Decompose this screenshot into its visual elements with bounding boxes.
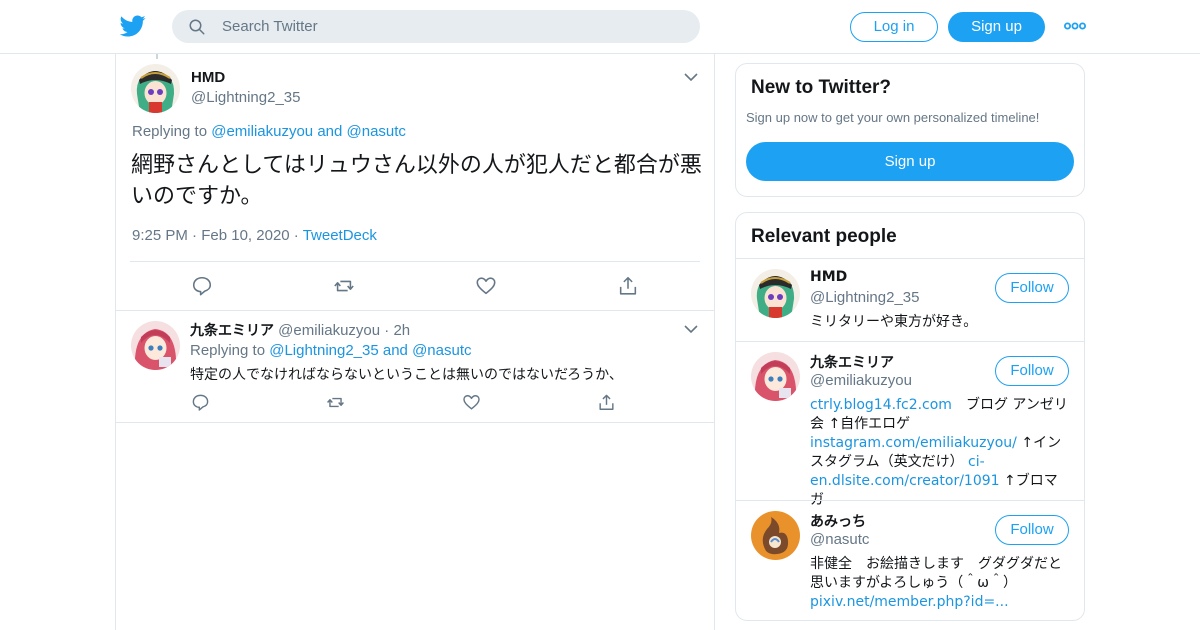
new-to-twitter-card: New to Twitter? Sign up now to get your … <box>735 63 1085 197</box>
replying-to-links[interactable]: @emiliakuzyou and @nasutc <box>211 123 406 140</box>
chevron-down-icon[interactable] <box>684 324 698 334</box>
more-options-icon[interactable] <box>1064 17 1086 35</box>
bio-link[interactable]: ctrly.blog14.fc2.com <box>810 397 952 413</box>
login-button[interactable]: Log in <box>850 12 938 42</box>
author-name[interactable]: 九条エミリア <box>190 323 274 339</box>
person-name[interactable]: あみっち <box>810 511 866 531</box>
tweet-time[interactable]: 9:25 PM <box>132 227 188 244</box>
person-name[interactable]: 九条エミリア <box>810 352 894 372</box>
follow-button[interactable]: Follow <box>995 356 1069 386</box>
search-box[interactable] <box>172 10 700 43</box>
tweet-source[interactable]: TweetDeck <box>303 227 377 244</box>
share-icon[interactable] <box>617 275 639 297</box>
heart-icon[interactable] <box>462 393 481 412</box>
replying-to-links[interactable]: @Lightning2_35 and @nasutc <box>269 342 471 359</box>
follow-button[interactable]: Follow <box>995 273 1069 303</box>
retweet-icon[interactable] <box>333 275 355 297</box>
replying-to: Replying to @Lightning2_35 and @nasutc <box>190 342 471 359</box>
person-bio: ctrly.blog14.fc2.com ブログ アンゼリ会 ↑自作エロゲ in… <box>810 396 1070 510</box>
avatar[interactable] <box>751 511 800 560</box>
person-handle[interactable]: @Lightning2_35 <box>810 289 919 306</box>
avatar[interactable] <box>751 352 800 401</box>
person-item[interactable]: 九条エミリア @emiliakuzyou Follow ctrly.blog14… <box>736 341 1084 508</box>
author-name[interactable]: HMD <box>191 69 225 86</box>
heart-icon[interactable] <box>475 275 497 297</box>
person-bio: ミリタリーや東方が好き。 <box>810 314 978 330</box>
relevant-people-card: Relevant people HMD @Lightning2_35 Follo… <box>735 212 1085 621</box>
retweet-icon[interactable] <box>326 393 345 412</box>
search-icon <box>189 19 205 35</box>
tweet-text: 特定の人でなければならないということは無いのではないだろうか、 <box>190 367 623 383</box>
replying-to-label: Replying to <box>132 123 208 140</box>
search-input[interactable] <box>222 10 682 43</box>
card-title: New to Twitter? <box>751 77 892 98</box>
meta-separator: · <box>192 227 202 244</box>
replying-to: Replying to @emiliakuzyou and @nasutc <box>132 123 406 140</box>
person-name[interactable]: HMD <box>810 269 847 285</box>
tweet-date[interactable]: Feb 10, 2020 <box>201 227 289 244</box>
tweet-time[interactable]: 2h <box>393 322 410 339</box>
bio-link[interactable]: instagram.com/emiliakuzyou/ <box>810 435 1017 451</box>
avatar[interactable] <box>131 321 180 370</box>
reply-tweet[interactable]: 九条エミリア @emiliakuzyou · 2h Replying to @L… <box>116 311 714 423</box>
tweet-text: 網野さんとしてはリュウさん以外の人が犯人だと都合が悪いのですか。 <box>131 153 702 209</box>
bio-text: 非健全 お絵描きします グダグダだと思いますがよろしゅう（＾ω＾） <box>810 556 1062 591</box>
person-bio: 非健全 お絵描きします グダグダだと思いますがよろしゅう（＾ω＾） pixiv.… <box>810 555 1070 612</box>
top-bar: Log in Sign up <box>0 0 1200 54</box>
card-title: Relevant people <box>751 226 897 247</box>
reply-header: 九条エミリア @emiliakuzyou · 2h <box>190 320 410 340</box>
author-handle[interactable]: @Lightning2_35 <box>191 89 300 106</box>
person-handle[interactable]: @nasutc <box>810 531 869 548</box>
main-tweet[interactable]: HMD @Lightning2_35 Replying to @emiliaku… <box>116 54 714 311</box>
person-item[interactable]: HMD @Lightning2_35 Follow ミリタリーや東方が好き。 <box>736 258 1084 341</box>
chevron-down-icon[interactable] <box>684 72 698 82</box>
conversation-column: HMD @Lightning2_35 Replying to @emiliaku… <box>115 54 715 630</box>
avatar[interactable] <box>131 64 180 113</box>
card-subtitle: Sign up now to get your own personalized… <box>746 110 1040 125</box>
signup-button[interactable]: Sign up <box>948 12 1045 42</box>
meta-separator: · <box>293 227 303 244</box>
reply-icon[interactable] <box>191 393 210 412</box>
divider <box>130 261 700 262</box>
person-item[interactable]: あみっち @nasutc Follow 非健全 お絵描きします グダグダだと思い… <box>736 500 1084 620</box>
author-handle[interactable]: @emiliakuzyou <box>278 322 380 339</box>
person-handle[interactable]: @emiliakuzyou <box>810 372 912 389</box>
twitter-bird-icon[interactable] <box>120 13 146 39</box>
reply-icon[interactable] <box>191 275 213 297</box>
tweet-meta: 9:25 PM · Feb 10, 2020 · TweetDeck <box>132 227 377 244</box>
follow-button[interactable]: Follow <box>995 515 1069 545</box>
replying-to-label: Replying to <box>190 342 266 359</box>
avatar[interactable] <box>751 269 800 318</box>
bio-link[interactable]: pixiv.net/member.php?id=... <box>810 594 1009 610</box>
signup-button-large[interactable]: Sign up <box>746 142 1074 181</box>
share-icon[interactable] <box>597 393 616 412</box>
